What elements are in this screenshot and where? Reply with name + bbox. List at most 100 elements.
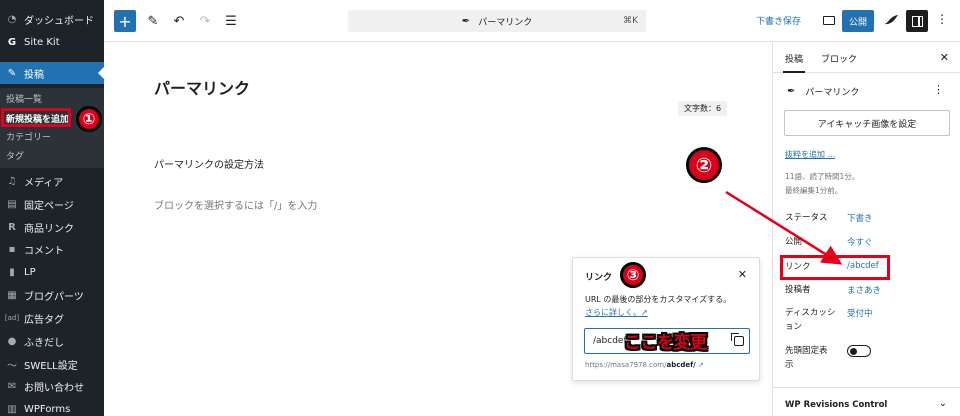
post-stats: 11語、読了時間1分。 最終編集1分前。 [785,170,859,199]
discussion-label: ディスカッション [785,308,836,332]
close-icon[interactable]: ✕ [738,268,747,281]
menu-label: ふきだし [24,337,64,349]
google-g-icon: G [7,36,17,48]
preview-icon[interactable] [820,11,838,29]
menu-label: WPForms [24,403,71,415]
menu-label: LP [24,266,36,278]
pages-icon: ▤ [7,198,17,210]
pin-icon: ✎ [7,67,17,79]
tab-block[interactable]: ブロック [821,52,857,65]
editor-screen: ◔ ダッシュボード G Site Kit ✎ 投稿 投稿一覧 新規投稿を追加 カ… [0,0,960,416]
swell-logo-icon[interactable] [882,11,900,29]
revisions-panel[interactable]: WP Revisions Control ⌄ [773,387,960,416]
step-badge-2: ② [686,147,722,183]
word-count-badge: 文字数：6 [678,101,728,116]
sidebar-tabs: 投稿 ブロック ✕ [773,43,960,73]
sticky-toggle[interactable] [847,345,871,357]
submenu-tags[interactable]: タグ [6,149,24,162]
copy-icon[interactable] [731,333,744,346]
more-options-icon[interactable]: ⋮ [936,12,948,26]
more-options-icon[interactable]: ⋮ [933,83,944,96]
pencil-tool-icon[interactable]: ✎ [142,10,164,32]
menu-contact[interactable]: ✉ お問い合わせ [0,375,104,397]
redo-icon[interactable]: ↷ [194,10,216,32]
menu-label: ダッシュボード [24,15,94,27]
save-draft-button[interactable]: 下書き保存 [756,14,801,27]
author-label: 投稿者 [785,285,811,295]
learn-more-link[interactable]: さらに詳しく。↗ [585,307,648,318]
undo-icon[interactable]: ↶ [168,10,190,32]
command-palette-bar[interactable]: ✒ パーマリンク ⌘K [348,10,646,32]
post-pen-icon: ✒ [787,86,796,97]
add-excerpt-link[interactable]: 抜粋を追加 ... [785,149,835,160]
post-pen-icon: ✒ [461,15,471,27]
settings-sidebar-toggle-icon[interactable] [906,10,928,32]
menu-dashboard[interactable]: ◔ ダッシュボード [0,8,104,30]
revisions-title: WP Revisions Control [785,400,888,410]
menu-lp[interactable]: ▮ LP [0,261,104,283]
menu-label: SWELL設定 [24,360,78,372]
menu-site-kit[interactable]: G Site Kit [0,31,104,53]
swell-icon: 〜 [7,360,17,372]
menu-label: お問い合わせ [24,382,84,394]
author-value[interactable]: まさあき [847,284,881,296]
command-title: パーマリンク [478,17,533,28]
menu-ad-tags[interactable]: [ad] 広告タグ [0,307,104,329]
menu-speech-bubble[interactable]: ● ふきだし [0,330,104,352]
comment-icon: ▪ [8,243,16,255]
set-featured-image-button[interactable]: アイキャッチ画像を設定 [784,110,950,136]
publish-label: 公開 [785,237,803,247]
mail-icon: ✉ [7,380,17,392]
url-prefix: https://masa7978.com/ [585,361,667,369]
chevron-down-icon: ⌄ [938,398,947,409]
publish-value[interactable]: 今すぐ [847,236,873,248]
dashboard-icon: ◔ [7,13,17,25]
menu-media[interactable]: ♫ メディア [0,170,104,192]
popover-description: URL の最後の部分をカスタマイズする。 [585,295,732,304]
r-icon: R [8,221,16,233]
menu-label: コメント [24,245,64,257]
submenu-categories[interactable]: カテゴリー [6,130,51,143]
admin-sidebar: ◔ ダッシュボード G Site Kit ✎ 投稿 投稿一覧 新規投稿を追加 カ… [0,0,104,416]
command-shortcut: ⌘K [623,16,638,26]
menu-wpforms[interactable]: ▥ WPForms [0,398,104,416]
menu-label: Site Kit [24,36,60,48]
menu-swell-settings[interactable]: 〜 SWELL設定 [0,353,104,375]
wpforms-icon: ▥ [7,403,17,415]
publish-button[interactable]: 公開 [842,10,874,32]
media-icon: ♫ [7,175,17,187]
menu-comments[interactable]: ▪ コメント [0,238,104,260]
highlight-link-row [780,255,890,280]
toggle-knob [850,347,857,355]
menu-label: ブログパーツ [24,291,84,303]
post-type-row: ✒ パーマリンク [787,85,859,98]
ad-icon: [ad] [4,314,20,322]
menu-posts[interactable]: ✎ 投稿 [0,62,104,84]
menu-product-links[interactable]: R 商品リンク [0,216,104,238]
popover-title: リンク [585,273,613,283]
url-slug: abcdef/ [666,361,696,369]
block-placeholder[interactable]: ブロックを選択するには「/」を入力 [154,197,317,212]
discussion-value[interactable]: 受付中 [847,307,873,319]
sticky-label: 先頭固定表示 [785,346,828,370]
status-label: ステータス [785,213,828,223]
plus-icon[interactable]: + [114,10,136,32]
permalink-url[interactable]: https://masa7978.com/abcdef/ ↗ [585,361,704,369]
status-value[interactable]: 下書き [847,212,873,224]
lp-icon: ▮ [9,266,15,278]
menu-pages[interactable]: ▤ 固定ページ [0,193,104,215]
post-title[interactable]: パーマリンク [154,75,250,99]
document-overview-icon[interactable]: ☰ [220,10,242,32]
stats-reading-time: 11語、読了時間1分。 [785,172,860,181]
menu-blog-parts[interactable]: ▦ ブログパーツ [0,284,104,306]
submenu-all-posts[interactable]: 投稿一覧 [6,92,42,105]
step-badge-1: ① [76,106,102,132]
menu-label: メディア [24,177,64,189]
heading-block[interactable]: パーマリンクの設定方法 [154,156,264,171]
settings-sidebar: 投稿 ブロック ✕ ✒ パーマリンク ⋮ アイキャッチ画像を設定 抜粋を追加 .… [772,43,960,416]
close-icon[interactable]: ✕ [940,51,949,64]
external-link-icon: ↗ [695,361,704,369]
tab-post[interactable]: 投稿 [782,52,806,73]
menu-label: 投稿 [24,69,44,81]
editor-toolbar: + ✎ ↶ ↷ ☰ ✒ パーマリンク ⌘K 下書き保存 公開 ⋮ [104,0,960,42]
